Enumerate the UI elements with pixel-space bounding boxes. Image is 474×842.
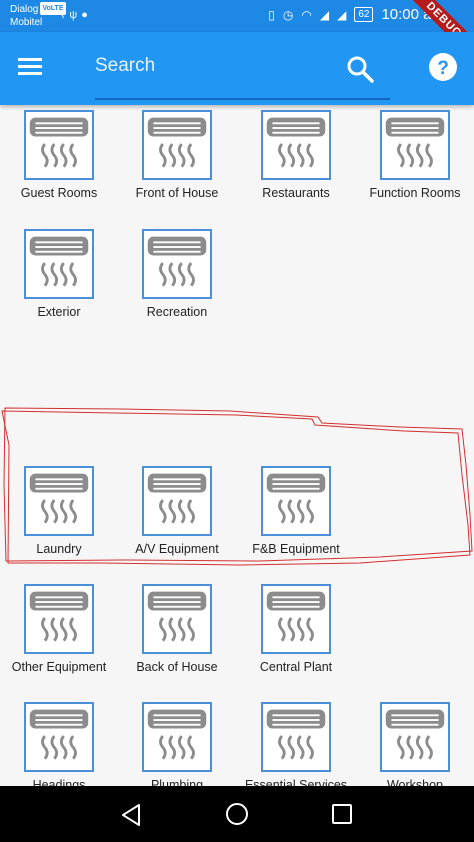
air-conditioner-icon: [142, 466, 212, 536]
battery-indicator: 62: [354, 7, 374, 22]
tile-label: Plumbing: [150, 778, 204, 786]
tile-label: F&B Equipment: [252, 542, 340, 556]
air-conditioner-icon: [24, 110, 94, 180]
tile-label: Front of House: [135, 186, 219, 200]
signal-icon-2: ◢: [337, 7, 347, 22]
category-grid: Guest Rooms Front of House Restaurants F…: [0, 105, 474, 786]
tile-central-plant[interactable]: Central Plant: [237, 584, 355, 674]
recent-apps-square-icon[interactable]: [331, 803, 353, 825]
carrier-info: Dialog VoLTE Mobitel: [10, 2, 66, 29]
air-conditioner-icon: [142, 229, 212, 299]
status-indicators: ▯ ◷ ◠ ◢ ◢ 62 10:00 am: [268, 6, 444, 23]
tile-other-equipment[interactable]: Other Equipment: [0, 584, 118, 674]
hamburger-menu-icon[interactable]: [18, 54, 54, 84]
tile-back-of-house[interactable]: Back of House: [118, 584, 236, 674]
app-bar: ?: [0, 32, 474, 105]
activity-icon: ⌇: [60, 9, 70, 21]
tile-label: Central Plant: [259, 660, 333, 674]
carrier-name-1: Dialog: [10, 4, 39, 15]
tile-label: Laundry: [36, 542, 82, 556]
air-conditioner-icon: [24, 584, 94, 654]
tile-label: Essential Services: [244, 778, 348, 786]
tile-front-of-house[interactable]: Front of House: [118, 110, 236, 200]
tile-laundry[interactable]: Laundry: [0, 466, 118, 556]
back-triangle-icon[interactable]: [118, 802, 144, 828]
tile-label: Other Equipment: [11, 660, 107, 674]
svg-text:?: ?: [437, 58, 449, 79]
air-conditioner-icon: [261, 702, 331, 772]
tile-label: Restaurants: [262, 186, 330, 200]
air-conditioner-icon: [380, 110, 450, 180]
tile-label: Exterior: [37, 305, 81, 319]
air-conditioner-icon: [24, 466, 94, 536]
air-conditioner-icon: [261, 110, 331, 180]
lightbulb-icon: ●: [81, 9, 92, 21]
air-conditioner-icon: [24, 702, 94, 772]
air-conditioner-icon: [142, 110, 212, 180]
air-conditioner-icon: [380, 702, 450, 772]
air-conditioner-icon: [261, 466, 331, 536]
tile-label: Workshop: [386, 778, 444, 786]
tile-recreation[interactable]: Recreation: [118, 229, 236, 319]
home-circle-icon[interactable]: [225, 802, 249, 826]
notification-icons: ⌇ψ●: [60, 8, 92, 21]
help-circle-icon[interactable]: ?: [428, 52, 458, 82]
wifi-icon: ◠: [301, 7, 312, 22]
tile-guest-rooms[interactable]: Guest Rooms: [0, 110, 118, 200]
tile-label: Recreation: [146, 305, 208, 319]
tile-function-rooms[interactable]: Function Rooms: [356, 110, 474, 200]
android-nav-bar: [0, 786, 474, 842]
tile-restaurants[interactable]: Restaurants: [237, 110, 355, 200]
tile-exterior[interactable]: Exterior: [0, 229, 118, 319]
tile-label: Guest Rooms: [20, 186, 98, 200]
tile-label: Function Rooms: [369, 186, 461, 200]
tile-av-equipment[interactable]: A/V Equipment: [118, 466, 236, 556]
tile-headings[interactable]: Headings: [0, 702, 118, 786]
tile-label: A/V Equipment: [135, 542, 219, 556]
air-conditioner-icon: [142, 702, 212, 772]
air-conditioner-icon: [24, 229, 94, 299]
screen: Dialog VoLTE Mobitel ⌇ψ● ▯ ◷ ◠ ◢ ◢ 62 10:…: [0, 0, 474, 842]
vibrate-icon: ▯: [268, 7, 275, 22]
tile-fb-equipment[interactable]: F&B Equipment: [237, 466, 355, 556]
air-conditioner-icon: [142, 584, 212, 654]
search-icon[interactable]: [345, 54, 375, 84]
status-bar: Dialog VoLTE Mobitel ⌇ψ● ▯ ◷ ◠ ◢ ◢ 62 10:…: [0, 0, 474, 69]
signal-icon: ◢: [319, 7, 330, 22]
carrier-name-2: Mobitel: [10, 17, 43, 28]
tile-label: Headings: [32, 778, 86, 786]
tile-plumbing[interactable]: Plumbing: [118, 702, 236, 786]
tile-essential-services[interactable]: Essential Services: [237, 702, 355, 786]
alarm-icon: ◷: [282, 7, 294, 22]
usb-icon: ψ: [69, 9, 82, 21]
search-input[interactable]: [95, 52, 335, 80]
tile-workshop[interactable]: Workshop: [356, 702, 474, 786]
tile-label: Back of House: [136, 660, 218, 674]
air-conditioner-icon: [261, 584, 331, 654]
